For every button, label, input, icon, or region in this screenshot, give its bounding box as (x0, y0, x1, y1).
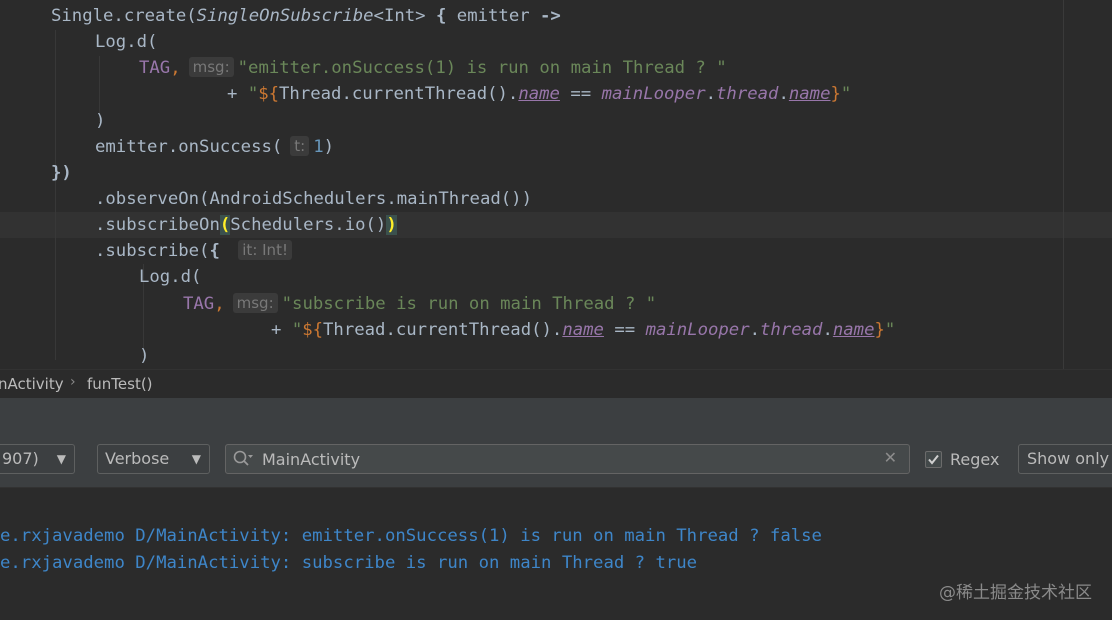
code-token: . (705, 84, 717, 104)
code-line: Single.create(SingleOnSubscribe<Int> { e… (51, 3, 561, 29)
code-line: ) (95, 108, 105, 134)
code-token: ) (139, 346, 150, 366)
code-token: -> (540, 6, 561, 26)
code-token: emitter.onSuccess( (95, 137, 283, 157)
code-token: name (832, 320, 875, 340)
watermark: @稀土掘金技术社区 (939, 583, 1092, 603)
code-token: ( (219, 215, 231, 235)
log-level-dropdown[interactable]: Verbose ▼ (97, 444, 210, 474)
code-token: == (559, 84, 602, 104)
code-token: " (884, 320, 896, 340)
breadcrumb: nActivity › funTest() (0, 369, 1112, 399)
code-line: + "${Thread.currentThread().name == main… (227, 81, 851, 107)
code-token: thread (760, 320, 823, 340)
code-token: Single.create( (51, 6, 197, 26)
code-token: " (247, 84, 259, 104)
code-line: .observeOn(AndroidSchedulers.mainThread(… (95, 186, 532, 212)
parameter-hint: t: (290, 136, 310, 156)
search-icon[interactable] (232, 449, 254, 469)
code-token: Thread.currentThread(). (279, 84, 519, 104)
code-token: emitter (446, 6, 541, 26)
code-token: name (518, 84, 560, 104)
code-token: .subscribe( (95, 241, 210, 261)
code-editor[interactable]: Single.create(SingleOnSubscribe<Int> { e… (0, 0, 1112, 369)
code-token: name (562, 320, 604, 340)
checkmark-icon (928, 454, 939, 465)
code-token: TAG (139, 58, 171, 78)
code-token: .subscribeOn (95, 215, 220, 235)
code-token: SingleOnSubscribe (196, 6, 374, 26)
code-token: "emitter.onSuccess(1) is run on main Thr… (237, 58, 727, 78)
search-input[interactable] (262, 448, 862, 470)
code-token: , (170, 58, 181, 78)
code-line: + "${Thread.currentThread().name == main… (271, 317, 895, 343)
code-token: Log.d( (95, 32, 158, 52)
log-line: e.rxjavademo D/MainActivity: subscribe i… (0, 553, 698, 573)
code-token: thread (716, 84, 779, 104)
code-token: } (874, 320, 885, 340)
code-token: ) (386, 215, 397, 235)
code-token: , (214, 294, 225, 314)
process-value: 907) (2, 449, 39, 468)
code-token: . (822, 320, 833, 340)
code-token: " (291, 320, 303, 340)
code-token: ${ (302, 320, 324, 340)
logcat-filter-bar: 907) ▼ Verbose ▼ ✕ Regex Show only s (0, 432, 1112, 488)
chevron-down-icon: ▼ (191, 452, 201, 466)
code-token: Schedulers.io() (230, 215, 387, 235)
code-token: Thread.currentThread(). (323, 320, 563, 340)
clear-icon[interactable]: ✕ (884, 448, 897, 467)
code-token: mainLooper (645, 320, 750, 340)
breadcrumb-method[interactable]: funTest() (87, 375, 153, 393)
code-token: ) (95, 111, 106, 131)
code-token: ) (323, 137, 335, 157)
code-token: Log.d( (139, 267, 202, 287)
chevron-right-icon: › (70, 374, 76, 390)
code-line: TAG, msg: "emitter.onSuccess(1) is run on … (139, 55, 727, 81)
code-line: Log.d( (139, 264, 201, 290)
regex-checkbox[interactable] (925, 451, 942, 468)
code-line: .subscribe({ it: Int! (95, 238, 296, 264)
code-token: . (778, 84, 789, 104)
code-token: . (749, 320, 761, 340)
code-token: { (435, 6, 447, 26)
code-token: 1 (313, 137, 324, 157)
code-line: }) (51, 160, 72, 186)
log-level-value: Verbose (105, 449, 170, 468)
breadcrumb-class[interactable]: nActivity (0, 375, 64, 393)
chevron-down-icon: ▼ (56, 452, 66, 466)
code-token: } (830, 84, 841, 104)
parameter-hint: msg: (188, 57, 234, 77)
code-line: Log.d( (95, 29, 157, 55)
code-token: + (271, 320, 292, 340)
log-line: e.rxjavademo D/MainActivity: emitter.onS… (0, 526, 822, 546)
right-margin-guide (1063, 0, 1064, 369)
process-dropdown[interactable]: 907) ▼ (0, 444, 75, 474)
code-line: emitter.onSuccess( t: 1) (95, 134, 334, 160)
code-token: TAG (183, 294, 215, 314)
code-token: + (227, 84, 248, 104)
indent-guide (55, 30, 56, 360)
code-line: ) (139, 343, 149, 369)
code-token: name (788, 84, 831, 104)
code-token: mainLooper (601, 84, 706, 104)
code-token: "subscribe is run on main Thread ? " (281, 294, 657, 314)
code-token: }) (51, 163, 72, 183)
code-line: TAG, msg: "subscribe is run on main Thread… (183, 291, 656, 317)
code-token: " (840, 84, 852, 104)
code-token: <Int> (373, 6, 436, 26)
code-token: .observeOn(AndroidSchedulers.mainThread(… (95, 189, 532, 209)
parameter-hint: it: Int! (238, 240, 292, 260)
code-token: ${ (258, 84, 280, 104)
parameter-hint: msg: (232, 293, 278, 313)
regex-label[interactable]: Regex (950, 450, 999, 469)
code-token: == (603, 320, 646, 340)
code-token: { (209, 241, 220, 261)
code-line: .subscribeOn(Schedulers.io()) (95, 212, 397, 238)
logcat-search: ✕ (225, 444, 910, 474)
show-only-selected-dropdown[interactable]: Show only s (1018, 444, 1112, 474)
logcat-header (0, 398, 1112, 432)
